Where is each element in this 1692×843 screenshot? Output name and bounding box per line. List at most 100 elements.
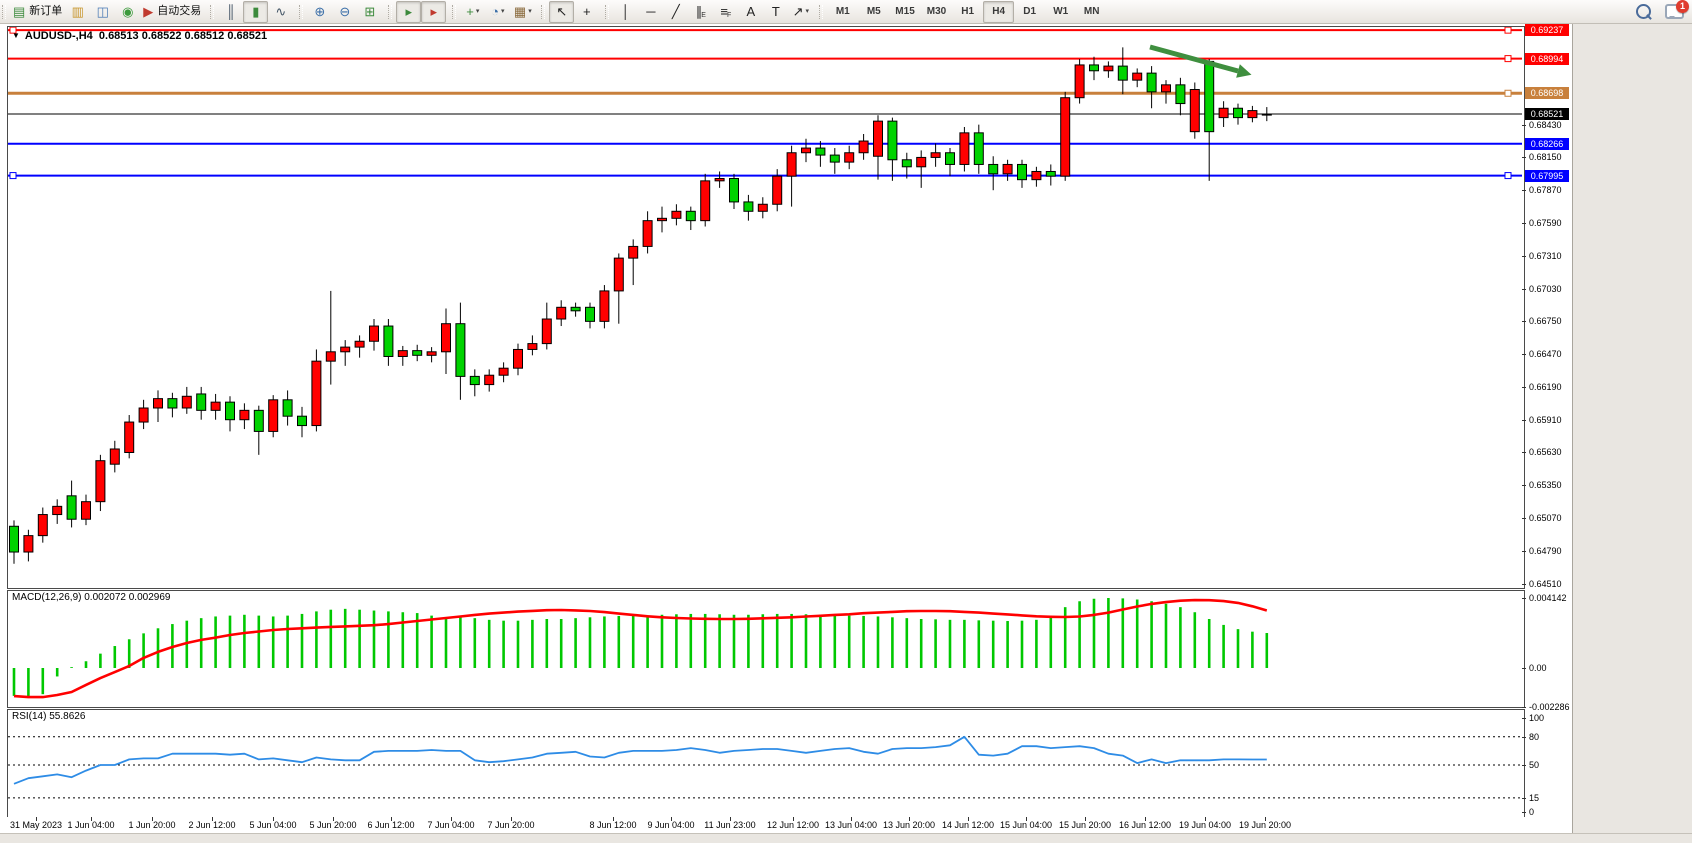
candle-body: [773, 176, 782, 204]
price-tick-label: 0.64510: [1529, 579, 1562, 589]
candle-body: [902, 160, 911, 167]
price-line-label-0.67995[interactable]: 0.67995: [1525, 170, 1569, 182]
search-icon[interactable]: [1636, 4, 1651, 19]
rsi-canvas[interactable]: [8, 710, 1522, 815]
candle-body: [470, 376, 479, 384]
price-line-label-0.68994[interactable]: 0.68994: [1525, 53, 1569, 65]
time-axis-label: 11 Jun 23:00: [704, 820, 755, 830]
tf-d1-button[interactable]: D1: [1014, 1, 1045, 23]
price-chart-canvas[interactable]: [8, 27, 1522, 586]
line-anchor[interactable]: [1505, 56, 1511, 62]
macd-tick-label: 0.00: [1529, 663, 1547, 673]
chevron-down-icon[interactable]: ▾: [805, 8, 809, 15]
tf-h1-button[interactable]: H1: [952, 1, 983, 23]
arrow-head-icon: [1236, 64, 1253, 81]
vertical-line-button[interactable]: │: [613, 1, 638, 23]
price-tick-label: 0.67030: [1529, 284, 1562, 294]
chart-title[interactable]: ▼AUDUSD-,H4 0.68513 0.68522 0.68512 0.68…: [12, 30, 267, 42]
price-tick: [1522, 518, 1526, 519]
price-chart-panel[interactable]: [7, 26, 1525, 589]
candle-body: [1262, 114, 1271, 115]
macd-canvas[interactable]: [8, 591, 1522, 705]
tf-m1-button-label: M1: [836, 7, 850, 17]
equidistant-channel-button[interactable]: ∥E: [688, 1, 713, 23]
chevron-down-icon[interactable]: ▾: [528, 8, 532, 15]
candle-body: [917, 157, 926, 166]
line-chart-icon: ∿: [275, 5, 286, 18]
price-tick: [1522, 190, 1526, 191]
notification-badge[interactable]: 1: [1676, 0, 1689, 13]
templates-button[interactable]: ▦▾: [510, 1, 535, 23]
bar-chart-button[interactable]: ║: [218, 1, 243, 23]
rsi-panel[interactable]: [7, 709, 1525, 818]
tf-m15-button[interactable]: M15: [889, 1, 920, 23]
fibonacci-button[interactable]: ≡F: [713, 1, 738, 23]
crosshair-button[interactable]: +: [574, 1, 599, 23]
new-chart-button[interactable]: ◫: [90, 1, 115, 23]
candle-body: [989, 164, 998, 173]
periods-button[interactable]: ◔▾: [485, 1, 510, 23]
tf-h4-button[interactable]: H4: [983, 1, 1014, 23]
toolbar-group-zoom: ⊕⊖⊞: [297, 1, 386, 23]
signals-button[interactable]: ◉: [115, 1, 140, 23]
horizontal-line-icon: ─: [646, 5, 655, 18]
tf-m30-button[interactable]: M30: [921, 1, 952, 23]
candle-body: [125, 422, 134, 452]
tf-m5-button[interactable]: M5: [858, 1, 889, 23]
time-axis-label: 5 Jun 20:00: [309, 820, 356, 830]
price-line-label-0.69237[interactable]: 0.69237: [1525, 24, 1569, 36]
zoom-out-button[interactable]: ⊖: [332, 1, 357, 23]
price-tick: [1522, 125, 1526, 126]
tf-w1-button[interactable]: W1: [1045, 1, 1076, 23]
candle-body: [398, 351, 407, 357]
price-line-label-0.68698[interactable]: 0.68698: [1525, 87, 1569, 99]
line-anchor[interactable]: [10, 173, 16, 179]
candle-body: [931, 153, 940, 158]
candlestick-chart-button[interactable]: ▮: [243, 1, 268, 23]
market-watch-button[interactable]: ▥: [65, 1, 90, 23]
time-axis-label: 13 Jun 04:00: [825, 820, 877, 830]
candle-body: [53, 506, 62, 514]
indicators-button[interactable]: +▾: [460, 1, 485, 23]
auto-trading-button[interactable]: ▶自动交易: [140, 1, 204, 23]
text-label-button[interactable]: T: [763, 1, 788, 23]
collapse-chart-icon[interactable]: ▼: [12, 31, 20, 40]
main-toolbar: ▤新订单▥◫◉▶自动交易║▮∿⊕⊖⊞▸▸+▾◔▾▦▾↖+│─╱∥E≡FAT↗▾M…: [0, 0, 1692, 24]
new-order-button[interactable]: ▤新订单: [10, 1, 65, 23]
chevron-down-icon[interactable]: ▾: [476, 8, 480, 15]
time-axis-label: 16 Jun 12:00: [1119, 820, 1171, 830]
horizontal-line-button[interactable]: ─: [638, 1, 663, 23]
tool-letter: F: [727, 12, 731, 19]
trendline-button[interactable]: ╱: [663, 1, 688, 23]
chat-icon[interactable]: 1: [1665, 4, 1684, 19]
toolbar-group-cursor: ↖+: [539, 1, 603, 23]
price-line-label-0.68266[interactable]: 0.68266: [1525, 138, 1569, 150]
arrows-tool-button[interactable]: ↗▾: [788, 1, 813, 23]
line-anchor[interactable]: [1505, 27, 1511, 33]
macd-panel[interactable]: [7, 590, 1525, 708]
chart-shift-button[interactable]: ▸: [421, 1, 446, 23]
toolbar-group-chart-type: ║▮ ∿: [208, 1, 297, 23]
tf-mn-button[interactable]: MN: [1076, 1, 1107, 23]
line-anchor[interactable]: [1505, 173, 1511, 179]
cursor-arrow-button[interactable]: ↖: [549, 1, 574, 23]
rsi-tick: [1522, 718, 1526, 719]
rsi-tick: [1522, 765, 1526, 766]
line-chart-button[interactable]: ∿: [268, 1, 293, 23]
zoom-in-button[interactable]: ⊕: [307, 1, 332, 23]
candle-body: [1133, 73, 1142, 80]
text-button[interactable]: A: [738, 1, 763, 23]
candle-body: [1003, 164, 1012, 173]
tile-windows-button[interactable]: ⊞: [357, 1, 382, 23]
auto-scroll-button[interactable]: ▸: [396, 1, 421, 23]
time-axis-label: 19 Jun 04:00: [1179, 820, 1231, 830]
chevron-down-icon[interactable]: ▾: [501, 8, 505, 15]
line-anchor[interactable]: [1505, 90, 1511, 96]
tf-m1-button[interactable]: M1: [827, 1, 858, 23]
time-axis-label: 8 Jun 12:00: [589, 820, 636, 830]
auto-trading-button-label: 自动交易: [157, 6, 201, 17]
tf-m30-button-label: M30: [927, 7, 946, 17]
price-line-label-0.68521[interactable]: 0.68521: [1525, 108, 1569, 120]
rsi-tick: [1522, 798, 1526, 799]
candle-body: [586, 307, 595, 321]
